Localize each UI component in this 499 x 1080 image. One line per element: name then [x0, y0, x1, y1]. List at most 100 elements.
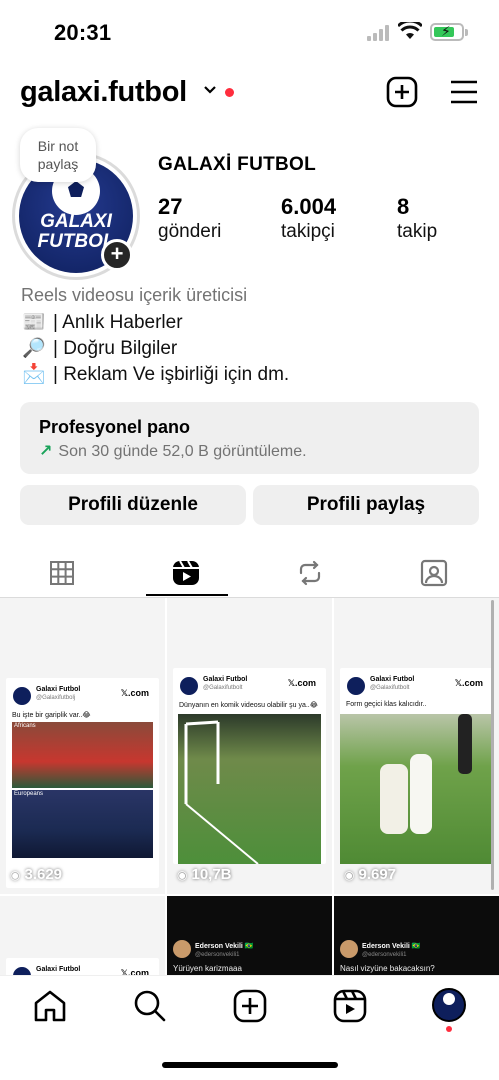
x-logo-text: 𝕏.com: [454, 678, 483, 688]
posts-label[interactable]: gönderi: [158, 221, 221, 243]
player-figure: [410, 754, 432, 834]
add-story-plus-icon[interactable]: +: [101, 239, 133, 271]
bio-category: Reels videosu içerik üreticisi: [21, 285, 248, 305]
tweet-author: Galaxi Futbol: [36, 686, 81, 693]
create-icon[interactable]: [232, 988, 268, 1024]
scrollbar[interactable]: [491, 600, 494, 890]
reels-icon: [173, 560, 199, 585]
eye-icon: ◉: [344, 868, 355, 882]
tweet-author: Galaxi Futbol: [370, 676, 415, 683]
author-avatar: [12, 686, 32, 706]
tweet-handle: @Galaxifutbolt: [203, 685, 243, 691]
author-avatar: [173, 940, 191, 958]
posts-count[interactable]: 27: [158, 194, 182, 220]
view-count: ◉ 3.629: [10, 866, 63, 883]
panel-label: Africans: [14, 723, 36, 729]
tweet-card: Galaxi Futbol @Galaxifutbolt 𝕏.com Form …: [340, 668, 493, 864]
trend-arrow-icon: ↗: [39, 443, 53, 460]
view-count: ◉ 9.697: [344, 866, 397, 883]
tweet-caption: Bu işte bir gariplik var..😂: [12, 712, 91, 719]
author-avatar: [340, 940, 358, 958]
tab-tagged[interactable]: [372, 548, 496, 598]
tweet-card: Galaxi Futbol 𝕏.com: [6, 958, 159, 976]
following-count[interactable]: 8: [397, 194, 409, 220]
tweet-header: Galaxi Futbol @Galaxifutbolt 𝕏.com: [346, 674, 487, 700]
envelope-icon: 📩: [22, 364, 46, 385]
menu-icon[interactable]: [448, 76, 480, 108]
home-indicator[interactable]: [162, 1062, 338, 1068]
tab-reposts[interactable]: [248, 548, 372, 598]
tweet-header: Galaxi Futbol @Galaxifutbolt 𝕏.com: [179, 674, 320, 700]
following-label[interactable]: takip: [397, 221, 437, 243]
repost-icon: [299, 560, 321, 586]
video-thumbnail: [178, 714, 321, 864]
magnifier-icon: 🔎: [22, 338, 46, 359]
tweet-caption: Nasıl vizyüne bakacaksın?: [340, 964, 435, 973]
bio-line: 📰 | Anlık Haberler: [22, 312, 183, 333]
reel-tile[interactable]: Ederson Vekili 🇧🇷 @edersonvekili1 Nasıl …: [334, 896, 499, 976]
reel-tile[interactable]: Ederson Vekili 🇧🇷 @edersonvekili1 Yürüye…: [167, 896, 332, 976]
search-icon[interactable]: [132, 988, 168, 1024]
football-logo-icon: [443, 993, 455, 1005]
battery-icon: ⚡: [430, 23, 468, 41]
tweet-card: Galaxi Futbol @Galaxifutbolj 𝕏.com Bu iş…: [6, 678, 159, 888]
tweet-handle: @Galaxifutbolt: [370, 685, 410, 691]
profile-avatar[interactable]: [432, 988, 466, 1022]
note-line-1: Bir not: [37, 138, 79, 154]
author-avatar: [179, 676, 199, 696]
photo-bottom: Europeans: [12, 790, 153, 858]
bio-line: 📩 | Reklam Ve işbirliği için dm.: [22, 364, 290, 385]
newspaper-icon: 📰: [22, 312, 46, 333]
notification-dot: [225, 88, 234, 97]
tweet-author: Galaxi Futbol: [203, 676, 248, 683]
reel-tile[interactable]: Galaxi Futbol 𝕏.com: [0, 896, 165, 976]
reel-tile[interactable]: Galaxi Futbol @Galaxifutbolj 𝕏.com Bu iş…: [0, 598, 165, 894]
home-icon[interactable]: [32, 988, 68, 1024]
player-figure: [380, 764, 408, 834]
author-avatar: [346, 676, 366, 696]
followers-label[interactable]: takipçi: [281, 221, 335, 243]
professional-dashboard[interactable]: [20, 402, 479, 474]
bio-line: 🔎 | Doğru Bilgiler: [22, 338, 178, 359]
tweet-handle: @Galaxifutbolj: [36, 695, 76, 701]
tagged-icon: [420, 559, 448, 587]
avatar-text-top: GALAXI: [40, 211, 112, 232]
wifi-icon: [398, 22, 422, 39]
grid-icon: [50, 561, 74, 585]
create-plus-icon[interactable]: [386, 76, 418, 108]
status-time: 20:31: [54, 20, 112, 45]
chevron-down-icon[interactable]: [202, 82, 218, 98]
player-figure: [458, 714, 472, 774]
active-tab-indicator: [146, 594, 228, 596]
tweet-card: Galaxi Futbol @Galaxifutbolt 𝕏.com Dünya…: [173, 668, 326, 864]
tweet-caption: Dünyanın en komik videosu olabilir şu ya…: [179, 702, 318, 709]
tab-posts-grid[interactable]: [0, 548, 124, 598]
tweet-author: Galaxi Futbol: [36, 966, 81, 973]
tweet-author: Ederson Vekili 🇧🇷: [195, 943, 254, 950]
eye-icon: ◉: [10, 868, 21, 882]
x-logo-text: 𝕏.com: [120, 688, 149, 698]
reel-tile[interactable]: Galaxi Futbol @Galaxifutbolt 𝕏.com Form …: [334, 598, 499, 894]
tab-reels[interactable]: [124, 548, 248, 598]
note-line-2: paylaş: [37, 156, 79, 172]
goalpost-lines: [184, 720, 259, 864]
share-profile-button[interactable]: Profili paylaş: [253, 485, 479, 525]
pro-dashboard-subtitle: ↗ Son 30 günde 52,0 B görüntüleme.: [39, 443, 307, 460]
x-logo-text: 𝕏.com: [287, 678, 316, 688]
reels-icon[interactable]: [332, 988, 368, 1024]
display-name: GALAXİ FUTBOL: [158, 154, 316, 175]
panel-label: Europeans: [14, 791, 44, 797]
tweet-handle: @edersonvekili1: [195, 952, 240, 958]
followers-count[interactable]: 6.004: [281, 194, 336, 220]
tweet-caption: Form geçici klas kalıcıdır..: [346, 701, 427, 708]
note-bubble[interactable]: Bir not paylaş: [20, 128, 96, 182]
edit-profile-button[interactable]: Profili düzenle: [20, 485, 246, 525]
photo-top: Africans: [12, 722, 153, 788]
tweet-handle: @edersonvekili1: [362, 952, 407, 958]
view-count: ◉ 10,7B: [177, 866, 232, 883]
username-switcher[interactable]: galaxi.futbol: [20, 76, 187, 109]
reel-tile[interactable]: Galaxi Futbol @Galaxifutbolt 𝕏.com Dünya…: [167, 598, 332, 894]
eye-icon: ◉: [177, 868, 188, 882]
tweet-author: Ederson Vekili 🇧🇷: [362, 943, 421, 950]
tweet-caption: Yürüyen karizmaaa: [173, 964, 242, 973]
